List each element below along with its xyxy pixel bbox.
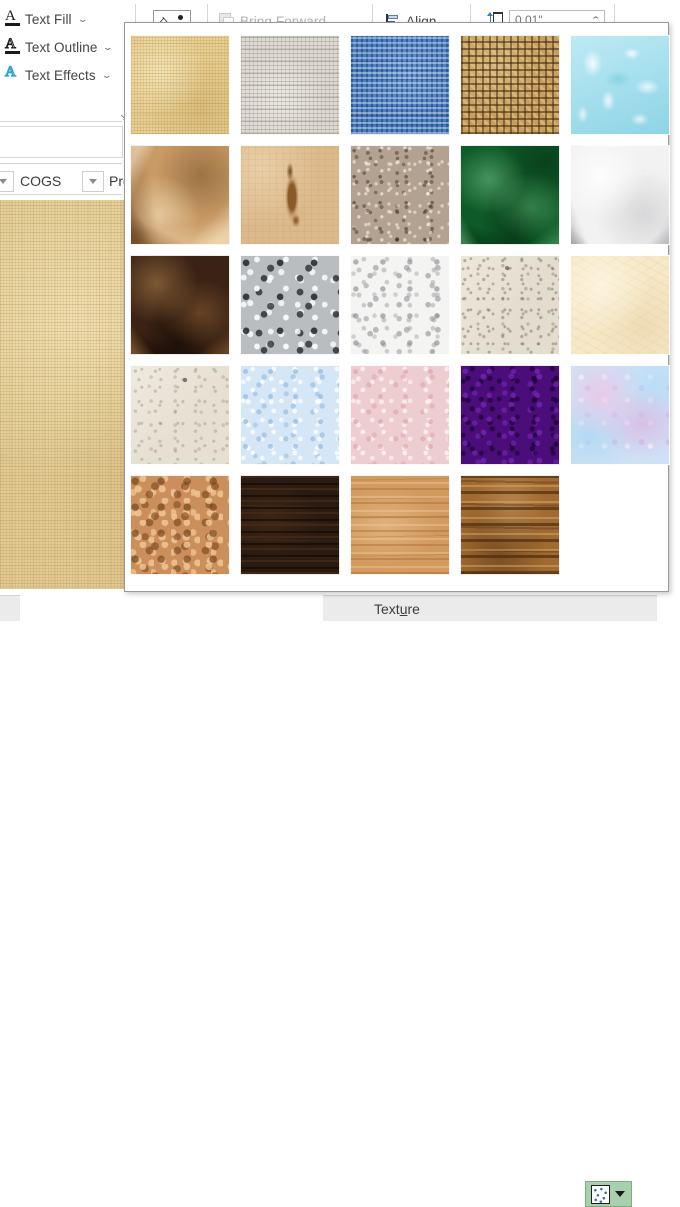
chevron-down-icon[interactable]: ⌄ [77, 14, 88, 24]
wordart-styles-group: A Text Fill ⌄ A Text Outline ⌄ A Text Ef… [2, 8, 115, 86]
header-row-divider [0, 163, 122, 164]
texture-swatch-paper-bag[interactable] [130, 145, 230, 245]
filter-dropdown-1[interactable] [82, 171, 104, 192]
chevron-down-icon [89, 179, 97, 184]
texture-swatch-brown-marble[interactable] [130, 255, 230, 355]
texture-swatch-recycled-paper[interactable] [460, 255, 560, 355]
texture-swatch-parchment[interactable] [570, 255, 670, 355]
texture-swatch-walnut[interactable] [240, 475, 340, 575]
bottom-panel-left [0, 595, 20, 621]
column-header-cogs[interactable]: COGS [20, 171, 61, 192]
texture-swatch-papyrus[interactable] [130, 35, 230, 135]
text-effects-label: Text Effects [25, 67, 96, 83]
text-effects-button[interactable]: A Text Effects ⌄ [2, 64, 115, 86]
texture-swatch-blue-tissue-paper[interactable] [240, 365, 340, 465]
texture-split-button[interactable] [585, 1181, 632, 1207]
letter-a-glow-icon: A [4, 64, 16, 80]
text-outline-button[interactable]: A Text Outline ⌄ [2, 36, 115, 58]
letter-a-solid-icon: A [5, 9, 20, 28]
texture-swatch-sand[interactable] [350, 145, 450, 245]
chevron-down-icon[interactable]: ⌄ [103, 42, 114, 52]
texture-swatch-fish-fossil[interactable] [240, 145, 340, 245]
header-row-bottom-divider [0, 194, 122, 195]
texture-swatch-granite[interactable] [240, 255, 340, 355]
text-fill-label: Text Fill [25, 11, 72, 27]
application-root: A Text Fill ⌄ A Text Outline ⌄ A Text Ef… [0, 0, 680, 1207]
texture-swatch-oak[interactable] [350, 475, 450, 575]
texture-swatch-pink-tissue-paper[interactable] [350, 365, 450, 465]
ribbon-bottom-divider [0, 121, 122, 122]
texture-swatch-white-marble[interactable] [570, 145, 670, 245]
texture-swatch-icon [591, 1184, 610, 1204]
bottom-strip: Texture [0, 589, 680, 1207]
text-fill-button[interactable]: A Text Fill ⌄ [2, 8, 115, 30]
texture-swatch-cork[interactable] [130, 475, 230, 575]
texture-gallery-dropdown [124, 22, 670, 592]
texture-swatch-denim[interactable] [350, 35, 450, 135]
texture-swatch-water-droplets[interactable] [570, 35, 670, 135]
texture-swatch-stationery[interactable] [130, 365, 230, 465]
filter-dropdown-0[interactable] [0, 171, 14, 192]
formula-bar[interactable] [0, 126, 123, 158]
texture-swatch-grid [130, 35, 670, 575]
texture-swatch-woven-mat[interactable] [460, 35, 560, 135]
texture-label-suffix: re [407, 601, 420, 617]
texture-swatch-bouquet[interactable] [570, 365, 670, 465]
chevron-down-icon[interactable]: ⌄ [101, 70, 112, 80]
texture-label-prefix: Text [374, 601, 400, 617]
texture-swatch-green-marble[interactable] [460, 145, 560, 245]
texture-label: Texture [374, 600, 420, 618]
text-outline-label: Text Outline [25, 39, 98, 55]
chevron-down-icon [0, 179, 7, 184]
texture-swatch-purple-mesh[interactable] [460, 365, 560, 465]
texture-swatch-medium-wood[interactable] [460, 475, 560, 575]
texture-swatch-newsprint[interactable] [350, 255, 450, 355]
chevron-down-icon[interactable] [615, 1191, 625, 1197]
texture-swatch-canvas[interactable] [240, 35, 340, 135]
letter-a-outline-icon: A [5, 36, 20, 56]
